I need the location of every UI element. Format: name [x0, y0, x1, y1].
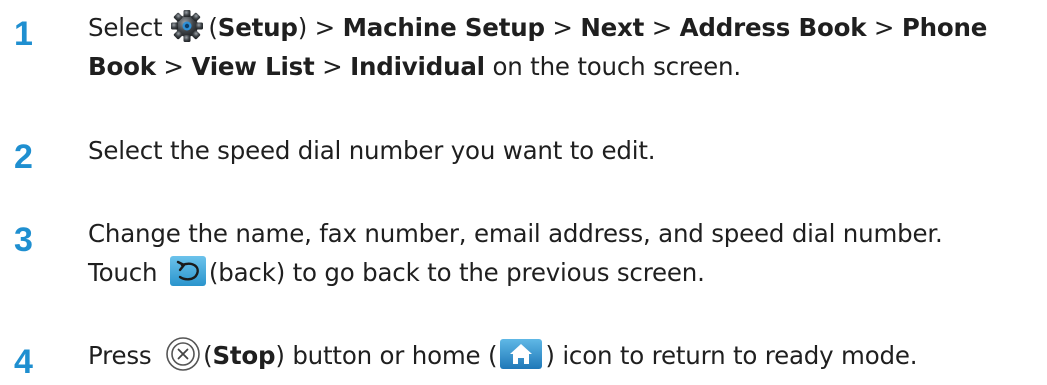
stop-label: Stop [212, 341, 276, 370]
step-3: 3 Change the name, fax number, email add… [0, 214, 1047, 294]
step-text-line: Change the name, fax number, email addre… [88, 219, 943, 248]
step-text-fragment: ) > [297, 13, 343, 42]
next-label: Next [580, 13, 645, 42]
step-text-fragment: ) button or home ( [275, 341, 498, 370]
step-number: 2 [14, 138, 33, 176]
step-text: Press (Stop) button or home ( ) icon to … [88, 336, 1038, 375]
step-number: 1 [14, 15, 33, 53]
machine-setup-label: Machine Setup [342, 13, 545, 42]
step-text-fragment: Press [88, 341, 160, 370]
step-text-fragment: > [155, 52, 192, 81]
stop-icon [165, 336, 201, 372]
step-text: Select (Setup) > Machine Setup > Next > … [88, 8, 1038, 86]
home-icon [499, 338, 543, 370]
step-text-fragment: (back) to go back to the previous screen… [208, 258, 705, 287]
setup-label: Setup [217, 13, 298, 42]
step-text-fragment: > [314, 52, 351, 81]
step-4: 4 Press (Stop) button or home ( ) icon t… [0, 336, 1047, 381]
individual-label: Individual [350, 52, 485, 81]
step-1: 1 Select (Setup) > Machine Setup > Next … [0, 8, 1047, 88]
step-text: Change the name, fax number, email addre… [88, 214, 1038, 292]
step-text: Select the speed dial number you want to… [88, 136, 656, 165]
step-number: 3 [14, 221, 33, 259]
step-text-fragment: on the touch screen. [484, 52, 741, 81]
step-text-fragment: > [866, 13, 902, 42]
gear-icon [168, 9, 206, 43]
step-number: 4 [14, 343, 33, 381]
step-text-fragment: > [644, 13, 680, 42]
step-text-fragment: Touch [88, 258, 165, 287]
step-text-fragment: ( [208, 13, 218, 42]
step-text-fragment: Select [88, 13, 163, 42]
view-list-label: View List [191, 52, 315, 81]
step-text-fragment: ) icon to return to ready mode. [545, 341, 918, 370]
address-book-label: Address Book [679, 13, 867, 42]
step-2: 2 Select the speed dial number you want … [0, 131, 1047, 176]
back-icon [169, 255, 207, 287]
step-text-fragment: > [544, 13, 581, 42]
